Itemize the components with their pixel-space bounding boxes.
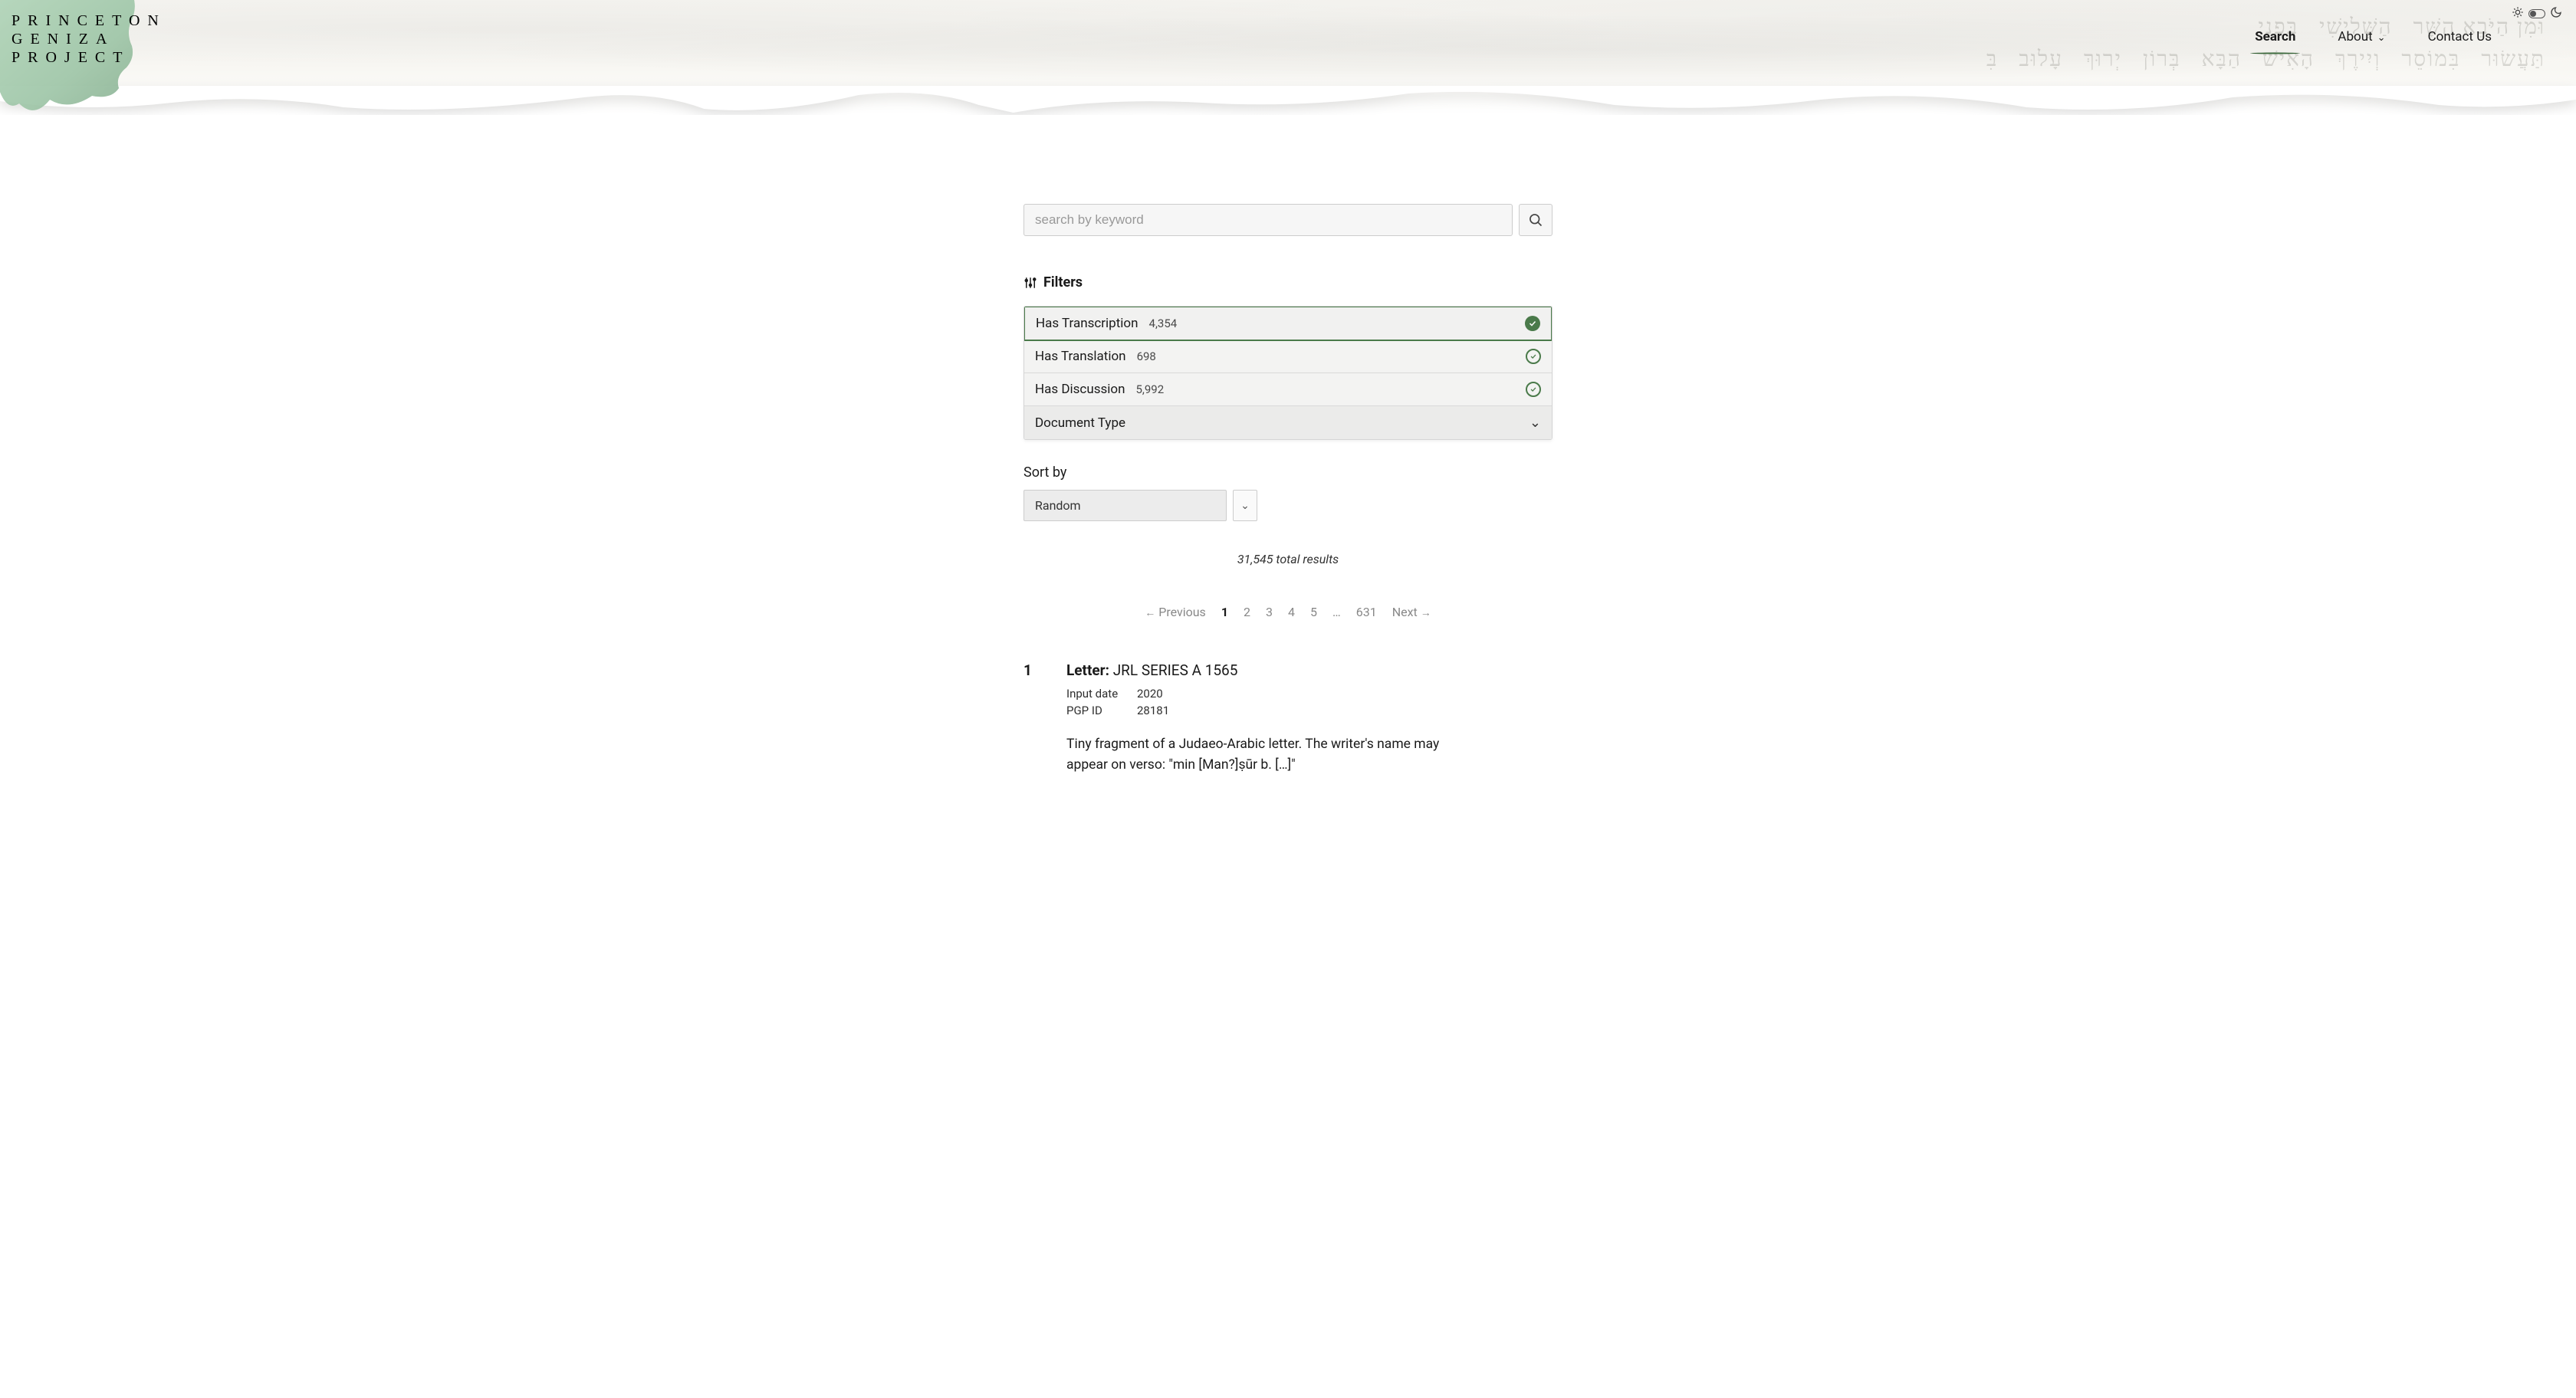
filter-label: Document Type — [1035, 415, 1125, 431]
sliders-icon — [1024, 276, 1037, 290]
arrow-right-icon: → — [1421, 607, 1431, 619]
filter-count: 4,354 — [1149, 317, 1178, 330]
result-meta: Input date2020 PGP ID28181 — [1066, 687, 1552, 717]
pagination-page-2[interactable]: 2 — [1244, 605, 1250, 619]
check-outline-icon — [1526, 349, 1541, 364]
check-outline-icon — [1526, 382, 1541, 397]
pagination-next[interactable]: Next → — [1392, 605, 1431, 619]
sun-icon[interactable] — [2512, 6, 2524, 21]
sort-label: Sort by — [1024, 464, 1552, 481]
check-filled-icon — [1525, 316, 1540, 331]
search-icon — [1528, 212, 1543, 228]
sort-select[interactable]: Random — [1024, 490, 1227, 521]
chevron-down-icon: ⌄ — [1240, 500, 1250, 512]
filter-has-transcription[interactable]: Has Transcription 4,354 — [1024, 306, 1552, 341]
sort-direction-toggle[interactable]: ⌄ — [1233, 490, 1257, 521]
result-index: 1 — [1024, 661, 1036, 679]
arrow-left-icon: ← — [1145, 607, 1155, 619]
nav-contact[interactable]: Contact Us — [2428, 29, 2492, 51]
search-button[interactable] — [1519, 204, 1552, 236]
moon-icon[interactable] — [2550, 6, 2562, 21]
filter-count: 5,992 — [1135, 382, 1164, 396]
theme-switch[interactable] — [2528, 9, 2545, 18]
chevron-down-icon: ⌄ — [1530, 415, 1541, 431]
result-item[interactable]: 1 Letter: JRL SERIES A 1565 Input date20… — [1024, 661, 1552, 776]
search-input[interactable] — [1024, 204, 1513, 236]
pagination: ← Previous 1 2 3 4 5 … 631 Next → — [1024, 605, 1552, 619]
pagination-last[interactable]: 631 — [1356, 605, 1377, 619]
pagination-page-3[interactable]: 3 — [1266, 605, 1273, 619]
results-total: 31,545 total results — [1024, 552, 1552, 566]
pagination-ellipsis: … — [1332, 605, 1341, 619]
result-title: Letter: JRL SERIES A 1565 — [1066, 661, 1552, 679]
pagination-page-5[interactable]: 5 — [1310, 605, 1317, 619]
filter-label: Has Translation — [1035, 349, 1126, 364]
filter-has-discussion[interactable]: Has Discussion 5,992 — [1024, 373, 1552, 406]
filter-has-translation[interactable]: Has Translation 698 — [1024, 340, 1552, 373]
filter-document-type[interactable]: Document Type ⌄ — [1024, 406, 1552, 439]
filter-label: Has Transcription — [1036, 316, 1138, 331]
pagination-page-1[interactable]: 1 — [1221, 605, 1228, 619]
pagination-prev[interactable]: ← Previous — [1145, 605, 1206, 619]
pagination-page-4[interactable]: 4 — [1288, 605, 1295, 619]
filter-list: Has Transcription 4,354 Has Translation … — [1024, 306, 1552, 440]
torn-edge — [0, 86, 2576, 115]
nav-about[interactable]: About⌄ — [2338, 29, 2385, 51]
filter-label: Has Discussion — [1035, 382, 1125, 397]
filter-count: 698 — [1137, 350, 1156, 363]
nav-search[interactable]: Search — [2255, 29, 2295, 51]
theme-toggle[interactable] — [2512, 6, 2562, 21]
filters-heading: Filters — [1024, 274, 1552, 290]
chevron-down-icon: ⌄ — [2377, 32, 2386, 44]
result-description: Tiny fragment of a Judaeo-Arabic letter.… — [1066, 734, 1442, 776]
